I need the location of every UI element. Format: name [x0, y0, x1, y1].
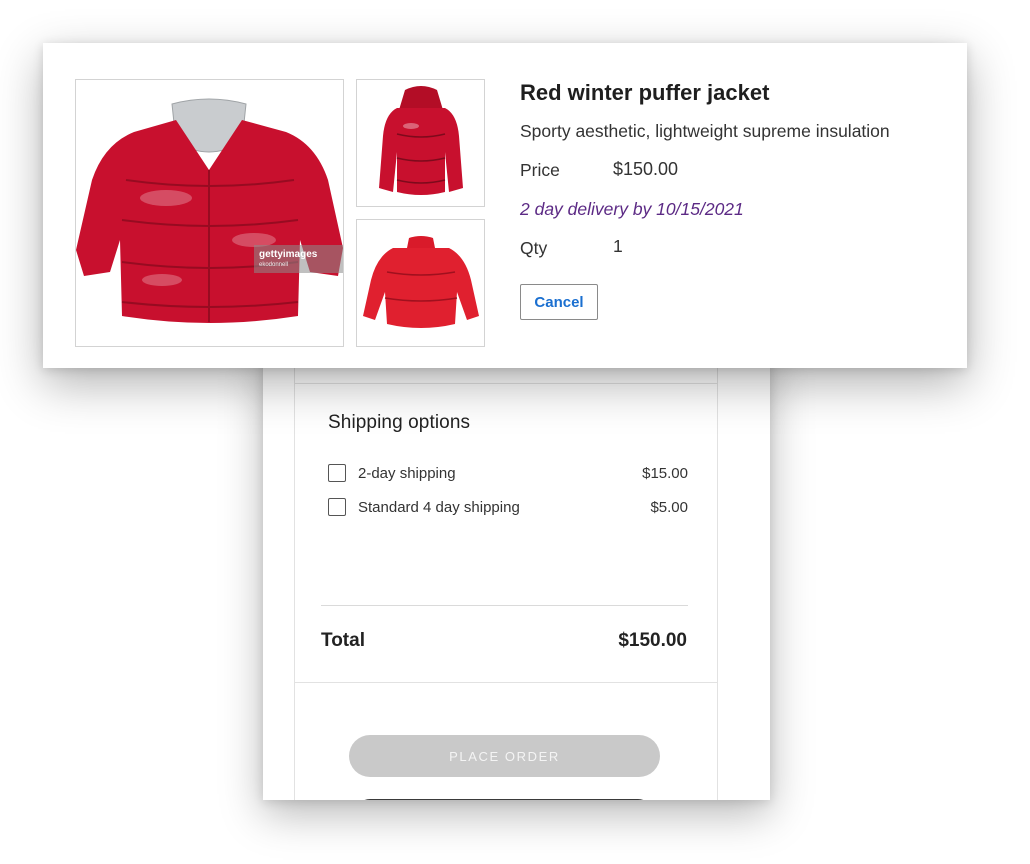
- shipping-option-price: $5.00: [650, 499, 688, 516]
- jacket-front-image: [76, 98, 343, 323]
- jacket-back-image: [363, 236, 479, 328]
- shipping-option-label: Standard 4 day shipping: [358, 499, 520, 516]
- product-description: Sporty aesthetic, lightweight supreme in…: [520, 121, 890, 141]
- divider: [321, 605, 688, 606]
- panel-border-left: [294, 340, 295, 800]
- jacket-hooded-image: [379, 86, 463, 195]
- shipping-option-2day[interactable]: 2-day shipping $15.00: [328, 464, 688, 486]
- shipping-option-price: $15.00: [642, 465, 688, 482]
- watermark-credit: ekodonnell: [259, 262, 289, 268]
- divider: [294, 383, 718, 384]
- shipping-option-label: 2-day shipping: [358, 465, 456, 482]
- checkbox-2day-shipping[interactable]: [328, 464, 346, 482]
- panel-border-right: [717, 340, 718, 800]
- price-value: $150.00: [613, 159, 679, 179]
- price-label: Price: [520, 160, 560, 180]
- delivery-estimate: 2 day delivery by 10/15/2021: [520, 199, 744, 219]
- product-card: gettyimages ekodonnell Red winter puffer…: [43, 43, 967, 368]
- quantity-label: Qty: [520, 238, 548, 258]
- thumbnail-back-jacket[interactable]: [356, 219, 485, 347]
- secondary-button[interactable]: [355, 799, 653, 800]
- thumbnail-hooded-jacket[interactable]: [356, 79, 485, 207]
- shipping-option-standard[interactable]: Standard 4 day shipping $5.00: [328, 498, 688, 520]
- product-title: Red winter puffer jacket: [520, 80, 770, 105]
- divider: [294, 682, 718, 683]
- checkbox-standard-shipping[interactable]: [328, 498, 346, 516]
- watermark-brand: gettyimages: [259, 249, 318, 260]
- watermark: gettyimages ekodonnell: [254, 245, 343, 273]
- main-product-image: gettyimages ekodonnell: [75, 79, 344, 347]
- checkout-panel: Shipping options 2-day shipping $15.00 S…: [263, 340, 770, 800]
- cancel-button[interactable]: Cancel: [520, 284, 598, 320]
- shipping-options-title: Shipping options: [328, 412, 471, 433]
- total-label: Total: [321, 630, 365, 651]
- total-value: $150.00: [618, 630, 687, 651]
- quantity-value: 1: [613, 236, 623, 256]
- place-order-button[interactable]: PLACE ORDER: [349, 735, 660, 777]
